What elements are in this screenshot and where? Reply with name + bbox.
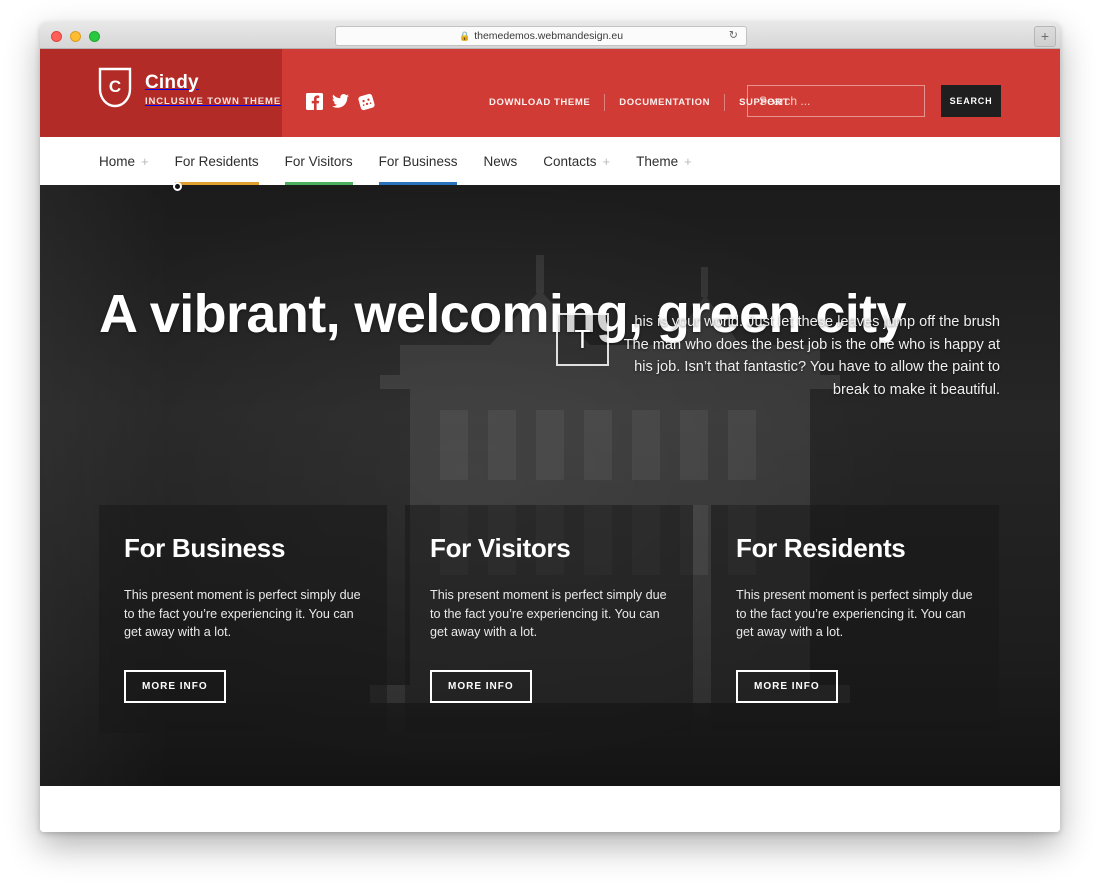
hero-paragraph: This is your world. Just let these leave… <box>556 311 1000 401</box>
maximize-window-button[interactable] <box>89 31 100 42</box>
nav-item-theme[interactable]: Theme + <box>636 137 692 185</box>
reload-icon[interactable]: ↻ <box>729 30 738 42</box>
card-text: This present moment is perfect simply du… <box>124 588 361 639</box>
card-text: This present moment is perfect simply du… <box>736 588 973 639</box>
chevron-plus-icon: + <box>141 153 149 169</box>
search-form: SEARCH <box>747 85 1001 117</box>
header-link-documentation[interactable]: DOCUMENTATION <box>605 97 724 108</box>
brand-tagline: INCLUSIVE TOWN THEME <box>145 96 282 108</box>
dribbble-icon[interactable] <box>358 93 375 110</box>
window-traffic-lights <box>51 31 100 42</box>
nav-item-label: For Visitors <box>284 153 353 169</box>
nav-item-home[interactable]: Home + <box>99 137 182 191</box>
mouse-cursor-indicator <box>173 182 182 191</box>
card-more-info-button[interactable]: MORE INFO <box>736 669 838 703</box>
nav-item-label: Contacts <box>543 153 597 169</box>
nav-item-news[interactable]: News <box>483 137 517 185</box>
search-button[interactable]: SEARCH <box>941 85 1001 117</box>
page-footer-strip <box>40 786 1060 832</box>
nav-item-contacts[interactable]: Contacts + <box>543 137 610 185</box>
nav-item-for-visitors[interactable]: For Visitors <box>284 137 353 189</box>
nav-item-label: News <box>483 153 518 169</box>
card-title: For Business <box>124 533 286 563</box>
shield-logo-icon: C <box>98 67 132 113</box>
nav-item-label: Theme <box>636 153 679 169</box>
chevron-plus-icon: + <box>684 153 692 169</box>
facebook-icon[interactable] <box>306 93 323 110</box>
page-viewport: C Cindy INCLUSIVE TOWN THEME DOWNLOAD TH… <box>40 49 1060 832</box>
social-links <box>306 93 375 110</box>
twitter-icon[interactable] <box>332 93 349 110</box>
hero-dropcap: T <box>556 313 609 366</box>
chevron-plus-icon: + <box>602 153 611 169</box>
hero-section: A vibrant, welcoming, green city This is… <box>40 185 1060 786</box>
card-more-info-button[interactable]: MORE INFO <box>124 669 226 703</box>
search-input[interactable] <box>747 85 925 117</box>
brand-name: Cindy <box>145 71 199 93</box>
minimize-window-button[interactable] <box>70 31 81 42</box>
nav-item-label: For Business <box>378 153 458 169</box>
card-title: For Residents <box>736 533 906 563</box>
hero-cards: For Business This present moment is perf… <box>99 505 1019 733</box>
browser-window: 🔒 themedemos.webmandesign.eu ↻ + C Cindy… <box>40 22 1060 832</box>
svg-text:C: C <box>109 77 121 96</box>
close-window-button[interactable] <box>51 31 62 42</box>
site-brand-link[interactable]: C Cindy INCLUSIVE TOWN THEME <box>98 67 281 113</box>
primary-navigation: Home + For Residents For Visitors For Bu… <box>40 137 1060 191</box>
nav-item-label: Home <box>99 153 136 169</box>
card-text: This present moment is perfect simply du… <box>430 588 667 639</box>
lock-icon: 🔒 <box>458 30 471 41</box>
nav-item-label: For Residents <box>174 153 259 169</box>
browser-titlebar: 🔒 themedemos.webmandesign.eu ↻ + <box>40 22 1060 49</box>
nav-item-for-business[interactable]: For Business <box>378 137 458 189</box>
site-header: C Cindy INCLUSIVE TOWN THEME DOWNLOAD TH… <box>40 49 1060 137</box>
address-bar[interactable]: 🔒 themedemos.webmandesign.eu ↻ <box>335 26 747 46</box>
card-title: For Visitors <box>430 533 571 563</box>
card-for-residents[interactable]: For Residents This present moment is per… <box>711 505 999 733</box>
card-more-info-button[interactable]: MORE INFO <box>430 669 532 703</box>
card-for-business[interactable]: For Business This present moment is perf… <box>99 505 387 733</box>
new-tab-button[interactable]: + <box>1034 26 1056 47</box>
nav-item-for-residents[interactable]: For Residents <box>174 137 259 189</box>
address-bar-url: themedemos.webmandesign.eu <box>474 30 624 42</box>
header-link-download-theme[interactable]: DOWNLOAD THEME <box>475 97 604 108</box>
hero-paragraph-text: his is your world. Just let these leaves… <box>623 314 1000 398</box>
card-for-visitors[interactable]: For Visitors This present moment is perf… <box>405 505 693 733</box>
